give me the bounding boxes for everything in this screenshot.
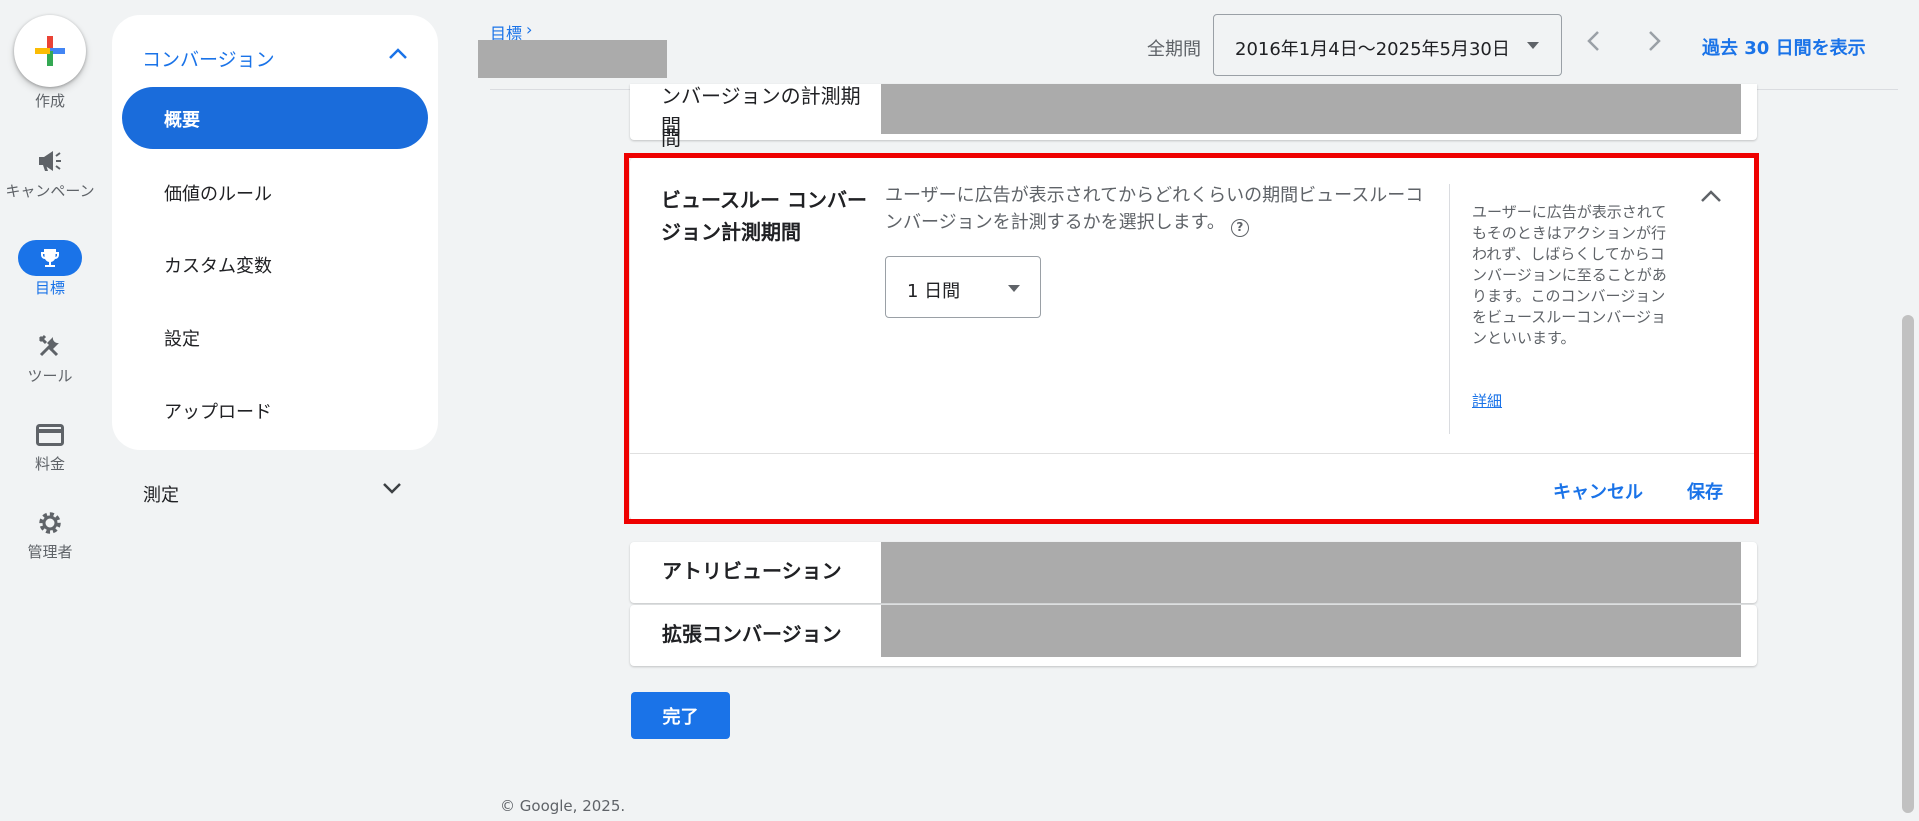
- save-button[interactable]: 保存: [1687, 478, 1723, 504]
- chevron-right-icon[interactable]: [1648, 30, 1662, 58]
- chevron-down-icon[interactable]: [382, 481, 402, 500]
- rail-item-tools[interactable]: ツール: [0, 368, 100, 384]
- redacted-value: [881, 84, 1741, 134]
- attribution-title: アトリビューション: [662, 559, 842, 583]
- date-range-value: 2016年1月4日〜2025年5月30日: [1235, 39, 1510, 60]
- vertical-divider: [1449, 184, 1450, 434]
- rail-item-admin[interactable]: 管理者: [0, 544, 100, 560]
- tools-icon[interactable]: [35, 331, 65, 361]
- side-help-text: ユーザーに広告が表示されてもそのときはアクションが行われず、しばらくしてからコン…: [1472, 203, 1667, 347]
- trophy-icon: [41, 249, 59, 267]
- chevron-up-icon[interactable]: [1700, 188, 1722, 207]
- date-range-select[interactable]: 2016年1月4日〜2025年5月30日: [1213, 14, 1562, 76]
- scrollbar-thumb[interactable]: [1902, 315, 1914, 813]
- nav-item-overview[interactable]: 概要: [122, 87, 428, 149]
- show-last-30-days-link[interactable]: 過去 30 日間を表示: [1702, 34, 1866, 60]
- redacted-value: [881, 542, 1741, 603]
- chevron-left-icon[interactable]: [1586, 30, 1600, 58]
- enhanced-conversions-title: 拡張コンバージョン: [662, 622, 842, 646]
- attribution-card[interactable]: アトリビューション: [630, 542, 1757, 603]
- footer-copyright: © Google, 2025.: [500, 797, 626, 815]
- attribution-window-card[interactable]: ンバージョンの計測期間: [630, 84, 1757, 140]
- period-label: 全期間: [1147, 39, 1201, 60]
- attribution-window-title: ンバージョンの計測期間: [661, 84, 861, 138]
- rail-item-campaigns[interactable]: キャンペーン: [0, 183, 100, 200]
- view-through-title: ビュースルー コンバージョン計測期間: [661, 188, 867, 244]
- view-through-days-select[interactable]: 1 日間: [885, 256, 1041, 318]
- nav-item-uploads[interactable]: アップロード: [164, 398, 272, 424]
- nav-item-overview-label: 概要: [164, 110, 200, 131]
- nav-item-value-rules[interactable]: 価値のルール: [164, 180, 272, 206]
- breadcrumb-separator: ›: [526, 20, 533, 39]
- create-label: 作成: [34, 92, 65, 110]
- view-through-description: ユーザーに広告が表示されてからどれくらいの期間ビュースルーコンバージョンを計測す…: [885, 182, 1430, 237]
- rail-item-billing[interactable]: 料金: [0, 456, 100, 472]
- plus-icon: [35, 36, 65, 66]
- nav-measure[interactable]: 測定: [143, 481, 179, 507]
- nav-section-title[interactable]: コンバージョン: [142, 45, 275, 72]
- help-icon[interactable]: ?: [1230, 218, 1249, 237]
- rail-item-goals[interactable]: 目標: [0, 280, 100, 296]
- dropdown-arrow-icon: [1008, 285, 1020, 292]
- view-through-days-value: 1 日間: [907, 281, 961, 302]
- chevron-up-icon[interactable]: [388, 45, 408, 64]
- gear-icon[interactable]: [35, 508, 65, 538]
- rail-item-goals-pill[interactable]: [18, 240, 82, 276]
- credit-card-icon[interactable]: [35, 420, 65, 450]
- left-rail: 作成 キャンペーン 目標 ツール 料金 管理者: [0, 0, 100, 821]
- redacted-page-title: [478, 40, 667, 78]
- nav-item-custom-variables[interactable]: カスタム変数: [164, 252, 272, 278]
- view-through-window-card: ビュースルー コンバージョン計測期間 ユーザーに広告が表示されてからどれくらいの…: [630, 158, 1757, 520]
- create-button[interactable]: [14, 15, 86, 87]
- redacted-value: [881, 605, 1741, 657]
- enhanced-conversions-card[interactable]: 拡張コンバージョン: [630, 605, 1757, 666]
- done-button[interactable]: 完了: [631, 692, 730, 739]
- cancel-button[interactable]: キャンセル: [1553, 478, 1643, 504]
- megaphone-icon[interactable]: [35, 146, 65, 176]
- dropdown-arrow-icon: [1527, 42, 1539, 49]
- attribution-window-title-tail: 間: [661, 126, 681, 150]
- view-through-description-text: ユーザーに広告が表示されてからどれくらいの期間ビュースルーコンバージョンを計測す…: [885, 185, 1424, 233]
- details-link[interactable]: 詳細: [1472, 390, 1502, 411]
- conversion-nav-panel: コンバージョン 概要 価値のルール カスタム変数 設定 アップロード: [112, 15, 438, 450]
- card-footer-divider: [630, 453, 1757, 454]
- nav-item-settings[interactable]: 設定: [164, 325, 200, 351]
